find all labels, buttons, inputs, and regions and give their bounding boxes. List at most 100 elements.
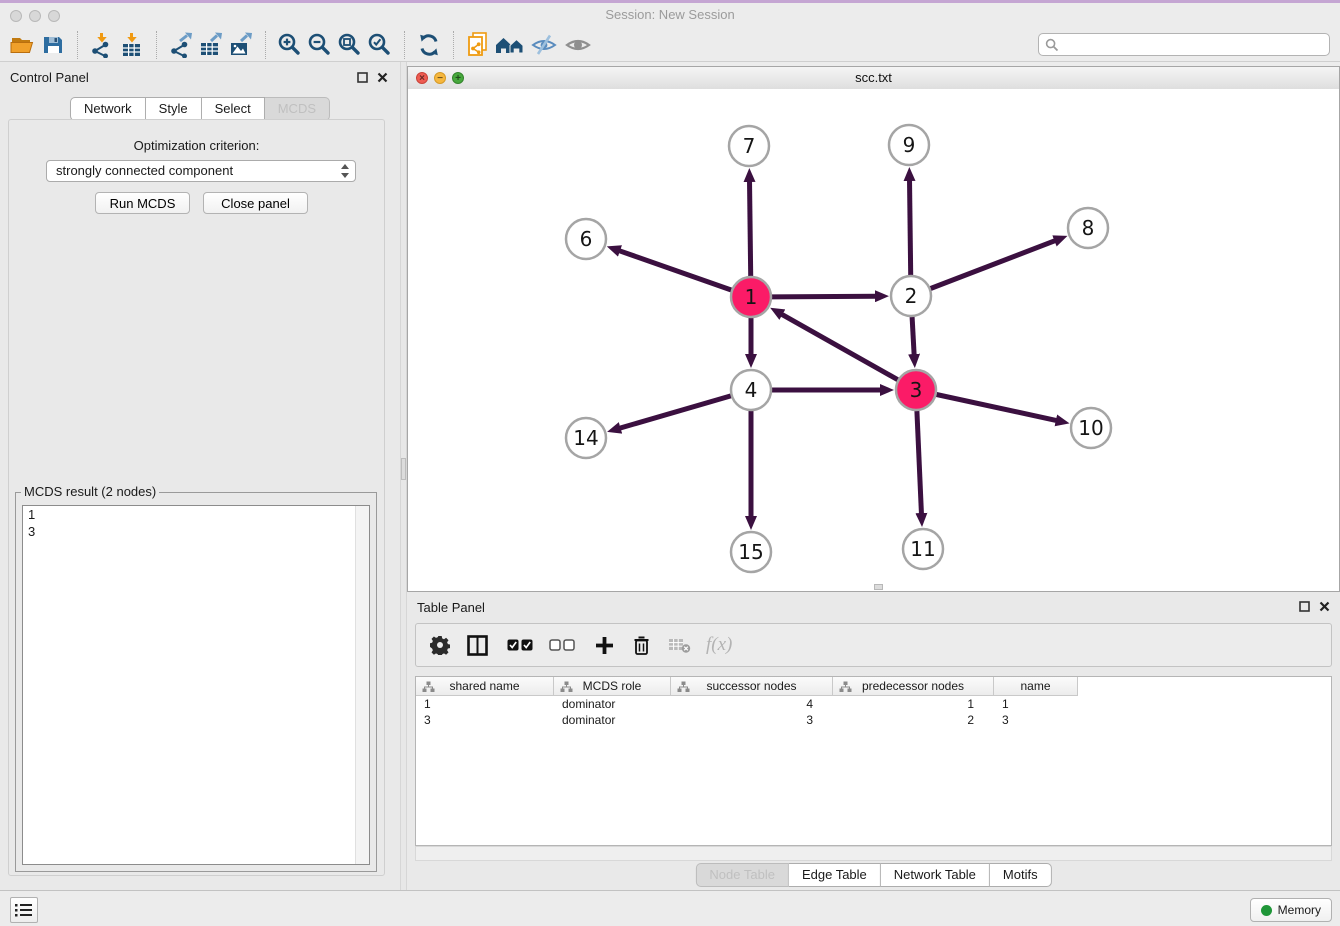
tree-icon (422, 681, 435, 692)
network-window-resize-grip[interactable] (874, 584, 883, 590)
tab-select[interactable]: Select (202, 97, 265, 121)
cell-successor-nodes[interactable]: 3 (671, 712, 833, 728)
open-session-button[interactable] (8, 30, 38, 60)
network-canvas[interactable]: 7 9 6 8 1 2 4 3 14 10 15 11 (408, 89, 1339, 591)
tab-motifs[interactable]: Motifs (990, 863, 1052, 887)
zoom-selected-button[interactable] (365, 30, 395, 60)
tab-network-table[interactable]: Network Table (881, 863, 990, 887)
close-table-panel-icon[interactable] (1318, 600, 1330, 612)
graph-node-2[interactable]: 2 (891, 276, 931, 316)
save-session-button[interactable] (38, 30, 68, 60)
import-table-button[interactable] (117, 30, 147, 60)
graph-edge-3-1[interactable] (781, 314, 898, 380)
cell-mcds-role[interactable]: dominator (554, 712, 671, 728)
show-all-networks-button[interactable] (493, 30, 527, 60)
column-header-name[interactable]: name (994, 677, 1078, 696)
column-header-successor-nodes[interactable]: successor nodes (671, 677, 833, 696)
import-network-button[interactable] (87, 30, 117, 60)
result-scrollbar[interactable] (355, 506, 369, 864)
graph-node-label: 4 (745, 378, 758, 402)
column-header-mcds-role[interactable]: MCDS role (554, 677, 671, 696)
graph-edge-1-2[interactable] (772, 296, 877, 297)
zoom-fit-button[interactable] (335, 30, 365, 60)
panel-splitter[interactable] (400, 62, 407, 890)
tree-icon (677, 681, 690, 692)
toolbar-separator (453, 31, 454, 59)
graph-node-3[interactable]: 3 (896, 370, 936, 410)
graph-edge-2-8[interactable] (931, 240, 1057, 288)
select-all-columns-button[interactable] (507, 630, 533, 660)
graph-node-15[interactable]: 15 (731, 532, 771, 572)
task-history-button[interactable] (10, 897, 38, 923)
result-item[interactable]: 3 (23, 523, 369, 540)
export-image-button[interactable] (226, 30, 256, 60)
cell-name[interactable]: 3 (994, 712, 1078, 728)
zoom-out-button[interactable] (305, 30, 335, 60)
network-window-titlebar[interactable]: × − + scc.txt (408, 67, 1339, 90)
graph-node-6[interactable]: 6 (566, 219, 606, 259)
delete-table-button-disabled[interactable] (668, 630, 691, 660)
run-mcds-button[interactable]: Run MCDS (95, 192, 190, 214)
network-graph[interactable]: 7 9 6 8 1 2 4 3 14 10 15 11 (408, 89, 1339, 591)
graph-edge-3-11[interactable] (917, 411, 922, 515)
memory-label: Memory (1278, 903, 1321, 917)
column-header-shared-name[interactable]: shared name (416, 677, 554, 696)
criterion-dropdown[interactable]: strongly connected component (46, 160, 356, 182)
float-table-panel-icon[interactable] (1298, 600, 1310, 612)
export-network-button[interactable] (166, 30, 196, 60)
graph-node-11[interactable]: 11 (903, 529, 943, 569)
graph-node-8[interactable]: 8 (1068, 208, 1108, 248)
cell-successor-nodes[interactable]: 4 (671, 696, 833, 712)
show-columns-button[interactable] (467, 630, 488, 660)
trash-icon (632, 635, 651, 656)
graph-edge-2-9[interactable] (910, 179, 911, 275)
graph-edge-1-7[interactable] (750, 180, 751, 276)
tab-node-table[interactable]: Node Table (695, 863, 789, 887)
export-network-icon (168, 32, 194, 58)
cell-shared-name[interactable]: 1 (416, 696, 554, 712)
memory-button[interactable]: Memory (1250, 898, 1332, 922)
splitter-grip[interactable] (401, 458, 406, 480)
delete-column-button[interactable] (632, 630, 651, 660)
memory-status-icon (1261, 905, 1272, 916)
refresh-button[interactable] (414, 30, 444, 60)
graph-node-7[interactable]: 7 (729, 126, 769, 166)
zoom-in-button[interactable] (275, 30, 305, 60)
mcds-result-list[interactable]: 1 3 (22, 505, 370, 865)
export-table-button[interactable] (196, 30, 226, 60)
tab-network[interactable]: Network (70, 97, 146, 121)
float-panel-icon[interactable] (356, 71, 368, 83)
search-input[interactable] (1063, 35, 1327, 56)
graph-edge-4-14[interactable] (619, 396, 731, 429)
graph-edge-1-6[interactable] (618, 250, 731, 290)
hide-panel-button[interactable] (527, 30, 561, 60)
create-column-button[interactable] (595, 630, 614, 660)
graph-node-1[interactable]: 1 (731, 277, 771, 317)
column-header-predecessor-nodes[interactable]: predecessor nodes (833, 677, 994, 696)
graph-node-4[interactable]: 4 (731, 370, 771, 410)
cell-mcds-role[interactable]: dominator (554, 696, 671, 712)
cell-predecessor-nodes[interactable]: 1 (833, 696, 994, 712)
show-panel-button[interactable] (561, 30, 595, 60)
graph-edge-3-10[interactable] (937, 395, 1058, 421)
table-settings-button[interactable] (430, 630, 450, 660)
toolbar-separator (77, 31, 78, 59)
graph-edge-2-3[interactable] (912, 317, 914, 356)
deselect-all-columns-button[interactable] (549, 630, 575, 660)
tab-mcds[interactable]: MCDS (265, 97, 330, 121)
graph-node-9[interactable]: 9 (889, 125, 929, 165)
close-panel-button[interactable]: Close panel (203, 192, 308, 214)
close-panel-icon[interactable] (376, 71, 388, 83)
graph-node-14[interactable]: 14 (566, 418, 606, 458)
home-networks-icon (494, 34, 526, 56)
cell-name[interactable]: 1 (994, 696, 1078, 712)
cell-predecessor-nodes[interactable]: 2 (833, 712, 994, 728)
tab-edge-table[interactable]: Edge Table (789, 863, 881, 887)
duplicate-network-button[interactable] (463, 30, 493, 60)
result-item[interactable]: 1 (23, 506, 369, 523)
table-horizontal-scrollbar[interactable] (415, 846, 1332, 861)
cell-shared-name[interactable]: 3 (416, 712, 554, 728)
tab-style[interactable]: Style (146, 97, 202, 121)
graph-node-10[interactable]: 10 (1071, 408, 1111, 448)
function-builder-button-disabled[interactable]: f(x) (706, 630, 732, 660)
